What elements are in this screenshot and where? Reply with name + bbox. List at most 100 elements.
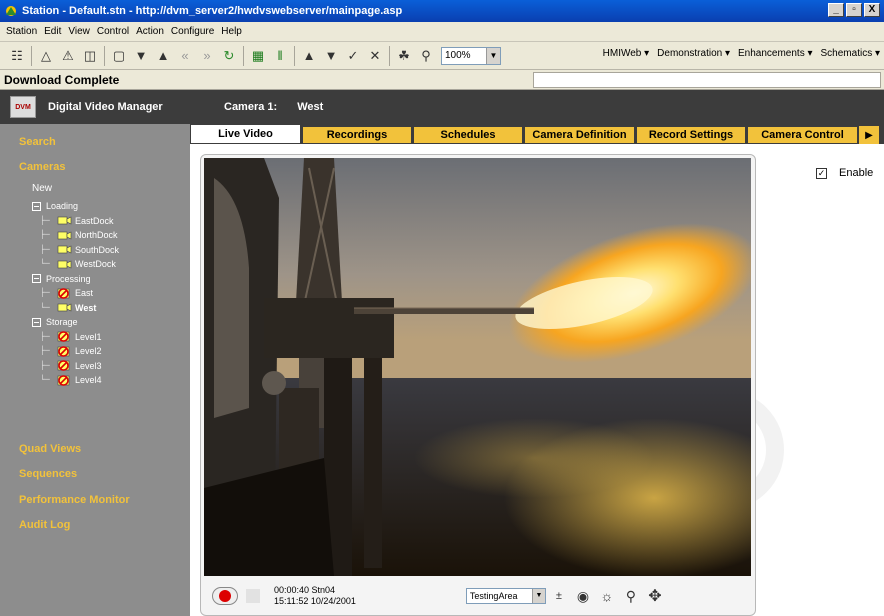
tab-camera-control[interactable]: Camera Control: [747, 126, 858, 144]
alarm-ack-icon[interactable]: ⚠: [57, 45, 79, 67]
nav-new[interactable]: New: [32, 183, 52, 194]
message-icon[interactable]: ◫: [79, 45, 101, 67]
cancel-icon[interactable]: ✕: [364, 45, 386, 67]
toolbar-divider: [389, 45, 390, 66]
menu-edit[interactable]: Edit: [44, 26, 61, 37]
raise-icon[interactable]: ▲: [298, 45, 320, 67]
tab-record-settings[interactable]: Record Settings: [636, 126, 746, 144]
enable-option: ✓ Enable: [816, 167, 873, 179]
menu-enhancements[interactable]: Enhancements ▾: [738, 48, 813, 59]
camera-header: Camera 1: West: [190, 90, 884, 124]
refresh-icon[interactable]: ↻: [218, 45, 240, 67]
page-up-icon[interactable]: ▲: [152, 45, 174, 67]
nav-cameras[interactable]: Cameras: [19, 161, 65, 173]
enable-label: Enable: [839, 167, 874, 179]
zoom-select[interactable]: 100% ▼: [441, 46, 501, 65]
camera-icon: [57, 260, 72, 269]
tab-camera-definition[interactable]: Camera Definition: [524, 126, 635, 144]
pan-tilt-icon[interactable]: ✥: [644, 585, 666, 607]
tree-item-westdock[interactable]: └─ WestDock: [32, 257, 119, 272]
toolbar-divider: [104, 45, 105, 66]
tab-schedules[interactable]: Schedules: [413, 126, 523, 144]
camera-alarm-icon: [57, 374, 70, 386]
nav-sequences[interactable]: Sequences: [19, 468, 77, 480]
record-button[interactable]: [212, 587, 238, 605]
search-icon[interactable]: ⚲: [415, 45, 437, 67]
camera-alarm-icon: [57, 360, 70, 372]
tab-live-video[interactable]: Live Video: [190, 124, 301, 144]
iris-icon[interactable]: ◉: [572, 585, 594, 607]
nav-performance-monitor[interactable]: Performance Monitor: [19, 494, 130, 506]
page-down-icon[interactable]: ▼: [130, 45, 152, 67]
menu-control[interactable]: Control: [97, 26, 129, 37]
enable-checkbox[interactable]: ✓: [816, 167, 827, 179]
tree-item-level3[interactable]: ├─ Level3: [32, 359, 119, 374]
tree-item-east[interactable]: ├─ East: [32, 286, 119, 301]
timestamp: 15:11:52 10/24/2001: [274, 596, 356, 606]
preset-add-icon[interactable]: ±: [548, 585, 570, 607]
collapse-icon[interactable]: [32, 274, 41, 284]
playback-info: 00:00:40 Stn04 15:11:52 10/24/2001: [274, 585, 356, 607]
app-title: Digital Video Manager: [48, 101, 163, 113]
toolbar-divider: [294, 45, 295, 66]
camera-tree: Loading ├─ EastDock ├─ NorthDock ├─ SouthDo…: [32, 199, 119, 388]
menu-action[interactable]: Action: [136, 26, 164, 37]
tree-item-eastdock[interactable]: ├─ EastDock: [32, 214, 119, 229]
focus-icon[interactable]: ☼: [596, 585, 618, 607]
tree-item-level4[interactable]: └─ Level4: [32, 373, 119, 388]
tree-item-northdock[interactable]: ├─ NorthDock: [32, 228, 119, 243]
help-icon[interactable]: ☘: [393, 45, 415, 67]
accept-icon[interactable]: ✓: [342, 45, 364, 67]
nav-audit-log[interactable]: Audit Log: [19, 519, 70, 531]
menu-station[interactable]: Station: [6, 26, 37, 37]
minimize-button[interactable]: _: [828, 3, 844, 17]
camera-name: West: [297, 101, 324, 113]
menu-configure[interactable]: Configure: [171, 26, 214, 37]
tab-recordings[interactable]: Recordings: [302, 126, 412, 144]
nav-search[interactable]: Search: [19, 136, 56, 148]
lower-icon[interactable]: ▼: [320, 45, 342, 67]
live-video-feed[interactable]: [204, 158, 751, 576]
chevron-down-icon[interactable]: ▼: [486, 47, 500, 64]
main-panel: Camera 1: West Live Video Recordings Sch…: [190, 90, 884, 616]
menu-schematics[interactable]: Schematics ▾: [821, 48, 880, 59]
tree-group-processing[interactable]: Processing: [32, 272, 119, 287]
forward-icon[interactable]: »: [196, 45, 218, 67]
tree-item-southdock[interactable]: ├─ SouthDock: [32, 243, 119, 258]
restore-button[interactable]: ▫: [846, 3, 862, 17]
nav-quad-views[interactable]: Quad Views: [19, 443, 81, 455]
tab-scroll-right-icon[interactable]: ▶: [859, 126, 879, 144]
window-titlebar: Station - Default.stn - http://dvm_serve…: [0, 0, 884, 22]
close-button[interactable]: X: [864, 3, 880, 17]
tree-item-level2[interactable]: ├─ Level2: [32, 344, 119, 359]
chevron-down-icon[interactable]: ▼: [531, 589, 545, 603]
menu-demonstration[interactable]: Demonstration ▾: [657, 48, 730, 59]
collapse-icon[interactable]: [32, 201, 41, 211]
trend-icon[interactable]: ▦: [247, 45, 269, 67]
tree-item-west[interactable]: └─ West: [32, 301, 119, 316]
elapsed-time: 00:00:40 Stn04: [274, 585, 336, 595]
stop-button[interactable]: [246, 589, 260, 603]
area-select[interactable]: TestingArea ▼: [465, 588, 546, 604]
network-icon[interactable]: ☷: [6, 45, 28, 67]
toolbar-divider: [31, 45, 32, 66]
dvm-logo: DVM: [10, 96, 36, 118]
zoom-icon[interactable]: ⚲: [620, 585, 642, 607]
group-icon[interactable]: ‖: [269, 45, 291, 67]
sidebar-header: DVM Digital Video Manager: [0, 90, 190, 124]
tab-bar: Live Video Recordings Schedules Camera D…: [190, 124, 884, 144]
collapse-icon[interactable]: [32, 317, 41, 327]
tree-group-loading[interactable]: Loading: [32, 199, 119, 214]
display-icon[interactable]: ▢: [108, 45, 130, 67]
area-value: TestingArea: [469, 591, 518, 601]
window-title: Station - Default.stn - http://dvm_serve…: [22, 5, 403, 17]
menu-view[interactable]: View: [68, 26, 90, 37]
menubar: Station Edit View Control Action Configu…: [0, 22, 884, 42]
tree-item-level1[interactable]: ├─ Level1: [32, 330, 119, 345]
command-field[interactable]: [533, 72, 881, 88]
tree-group-storage[interactable]: Storage: [32, 315, 119, 330]
back-icon[interactable]: «: [174, 45, 196, 67]
menu-help[interactable]: Help: [221, 26, 242, 37]
alarm-icon[interactable]: △: [35, 45, 57, 67]
menu-hmiweb[interactable]: HMIWeb ▾: [603, 48, 650, 59]
